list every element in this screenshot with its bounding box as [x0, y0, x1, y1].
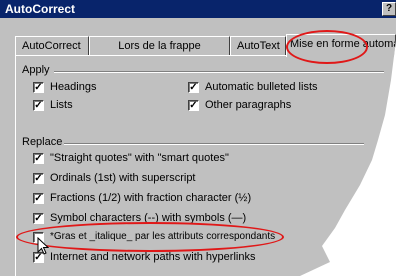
headings-label: Headings — [50, 81, 97, 93]
tab-autocorrect[interactable]: AutoCorrect — [15, 36, 89, 55]
ordinals-checkbox[interactable]: ✓ — [33, 173, 44, 184]
internet-paths-label: Internet and network paths with hyperlin… — [50, 251, 256, 263]
bold-italic-label: *Gras et _italique_ par les attributs co… — [50, 231, 276, 242]
automatic-bulleted-lists-checkbox[interactable]: ✓ — [188, 82, 199, 93]
fractions-label: Fractions (1/2) with fraction character … — [50, 192, 252, 204]
autocorrect-dialog: AutoCorrect ? AutoCorrect Lors de la fra… — [0, 0, 396, 276]
arrow-cursor-icon — [37, 236, 50, 258]
other-paragraphs-checkbox[interactable]: ✓ — [188, 100, 199, 111]
tab-lors-de-la-frappe[interactable]: Lors de la frappe — [89, 36, 230, 55]
other-paragraphs-label: Other paragraphs — [205, 99, 292, 111]
window-title: AutoCorrect — [5, 2, 76, 16]
symbol-characters-checkbox[interactable]: ✓ — [33, 213, 44, 224]
lists-checkbox[interactable]: ✓ — [33, 100, 44, 111]
smart-quotes-label: "Straight quotes" with "smart quotes" — [50, 152, 229, 164]
fractions-checkbox[interactable]: ✓ — [33, 193, 44, 204]
headings-checkbox[interactable]: ✓ — [33, 82, 44, 93]
title-bar: AutoCorrect ? — [0, 0, 396, 18]
help-button[interactable]: ? — [382, 2, 396, 16]
apply-group-label: Apply — [22, 64, 50, 76]
lists-label: Lists — [50, 99, 73, 111]
apply-divider — [54, 71, 384, 73]
automatic-bulleted-lists-label: Automatic bulleted lists — [205, 81, 318, 93]
replace-divider — [64, 143, 364, 145]
smart-quotes-checkbox[interactable]: ✓ — [33, 153, 44, 164]
replace-group-label: Replace — [22, 136, 63, 148]
ordinals-label: Ordinals (1st) with superscript — [50, 172, 196, 184]
symbol-characters-label: Symbol characters (--) with symbols (—) — [50, 212, 247, 224]
tab-autotext[interactable]: AutoText — [230, 36, 286, 55]
tab-mise-en-forme[interactable]: Mise en forme automa — [286, 34, 396, 57]
